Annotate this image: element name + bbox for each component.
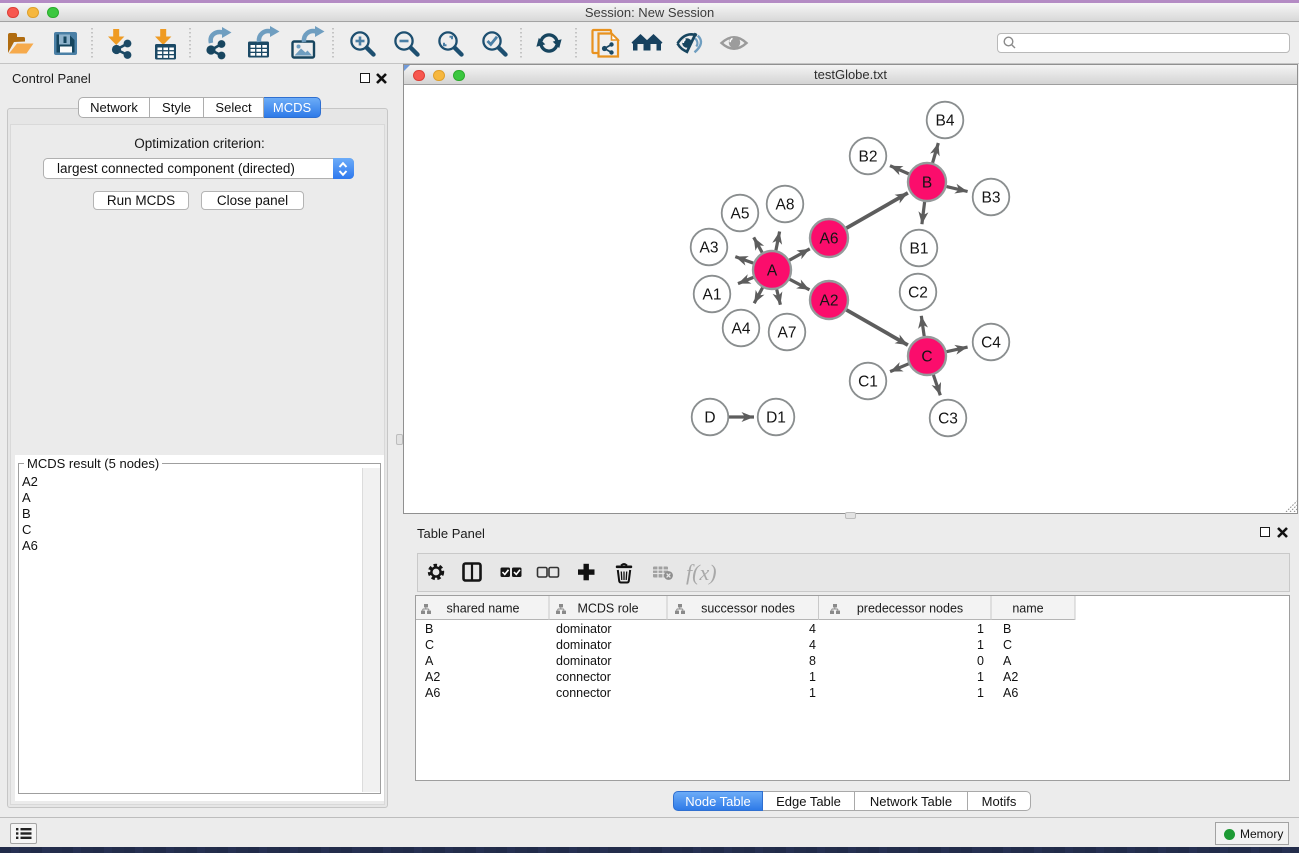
svg-text:A6: A6 xyxy=(1003,686,1018,700)
svg-text:shared name: shared name xyxy=(447,602,520,616)
svg-text:C3: C3 xyxy=(938,411,958,428)
svg-text:dominator: dominator xyxy=(556,654,612,668)
svg-text:A5: A5 xyxy=(731,206,750,223)
svg-text:B: B xyxy=(922,175,932,192)
svg-text:0: 0 xyxy=(977,654,984,668)
svg-text:A3: A3 xyxy=(700,240,719,257)
svg-text:connector: connector xyxy=(556,670,611,684)
svg-text:B4: B4 xyxy=(936,113,955,130)
svg-text:D1: D1 xyxy=(766,410,786,427)
svg-text:8: 8 xyxy=(809,654,816,668)
svg-text:A2: A2 xyxy=(425,670,440,684)
svg-text:MCDS role: MCDS role xyxy=(577,602,638,616)
svg-text:A2: A2 xyxy=(1003,670,1018,684)
svg-text:A6: A6 xyxy=(425,686,440,700)
svg-text:B3: B3 xyxy=(982,190,1001,207)
svg-text:A8: A8 xyxy=(776,197,795,214)
svg-text:connector: connector xyxy=(556,686,611,700)
svg-text:1: 1 xyxy=(977,686,984,700)
svg-text:f(x): f(x) xyxy=(686,560,717,585)
svg-text:4: 4 xyxy=(809,638,816,652)
svg-text:B2: B2 xyxy=(859,149,878,166)
svg-text:A: A xyxy=(767,263,778,280)
svg-text:name: name xyxy=(1012,602,1043,616)
svg-text:dominator: dominator xyxy=(556,622,612,636)
svg-text:A4: A4 xyxy=(732,321,751,338)
svg-text:successor nodes: successor nodes xyxy=(701,602,795,616)
svg-text:A7: A7 xyxy=(778,325,797,342)
svg-text:dominator: dominator xyxy=(556,638,612,652)
svg-text:4: 4 xyxy=(809,622,816,636)
svg-text:C1: C1 xyxy=(858,374,878,391)
svg-text:A1: A1 xyxy=(703,287,722,304)
svg-text:B: B xyxy=(1003,622,1011,636)
svg-text:C: C xyxy=(921,349,932,366)
svg-text:C4: C4 xyxy=(981,335,1001,352)
svg-text:C2: C2 xyxy=(908,285,928,302)
svg-text:D: D xyxy=(704,410,715,427)
svg-text:A2: A2 xyxy=(820,293,839,310)
svg-text:1: 1 xyxy=(809,670,816,684)
svg-text:A: A xyxy=(425,654,434,668)
svg-text:C: C xyxy=(425,638,434,652)
svg-text:1: 1 xyxy=(977,670,984,684)
svg-text:1: 1 xyxy=(977,638,984,652)
svg-text:C: C xyxy=(1003,638,1012,652)
svg-text:1: 1 xyxy=(977,622,984,636)
svg-text:A6: A6 xyxy=(820,231,839,248)
svg-text:A: A xyxy=(1003,654,1012,668)
svg-text:1: 1 xyxy=(809,686,816,700)
svg-text:B1: B1 xyxy=(910,241,929,258)
svg-text:B: B xyxy=(425,622,433,636)
svg-text:predecessor nodes: predecessor nodes xyxy=(857,602,963,616)
